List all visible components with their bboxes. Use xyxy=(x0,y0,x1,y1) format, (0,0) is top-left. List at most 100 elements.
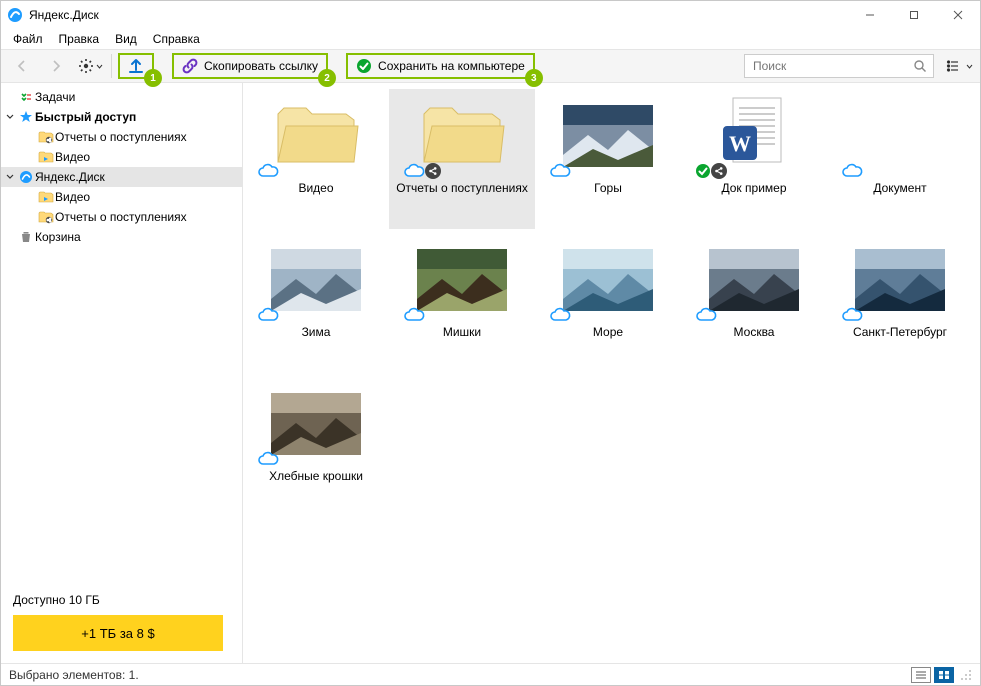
copy-link-badge: 2 xyxy=(318,69,336,87)
upload-badge: 1 xyxy=(144,69,162,87)
tree-item[interactable]: Отчеты о поступлениях xyxy=(1,207,242,227)
menu-help[interactable]: Справка xyxy=(147,30,206,48)
view-details-button[interactable] xyxy=(911,667,931,683)
tile-thumbnail xyxy=(412,239,512,321)
view-mode-dropdown[interactable] xyxy=(944,54,974,78)
tile-label: Видео xyxy=(243,181,389,195)
tree-item-label: Видео xyxy=(55,190,90,204)
view-icons-button[interactable] xyxy=(934,667,954,683)
file-tile[interactable]: Документ xyxy=(827,89,973,229)
tree-item[interactable]: Видео xyxy=(1,187,242,207)
cloud-icon xyxy=(841,307,863,323)
tree-item-label: Яндекс.Диск xyxy=(35,170,105,184)
cloud-icon xyxy=(257,307,279,323)
search-icon xyxy=(913,59,927,73)
save-to-computer-button[interactable]: Сохранить на компьютере 3 xyxy=(346,53,535,79)
tree-item-label: Отчеты о поступлениях xyxy=(55,130,187,144)
tile-thumbnail xyxy=(266,95,366,177)
file-tile[interactable]: Видео xyxy=(243,89,389,229)
file-tile[interactable]: Зима xyxy=(243,233,389,373)
synced-icon xyxy=(695,163,711,179)
fshared-icon xyxy=(37,210,55,224)
cloud-icon xyxy=(257,163,279,179)
tree-item[interactable]: Яндекс.Диск xyxy=(1,167,242,187)
close-button[interactable] xyxy=(936,1,980,29)
link-icon xyxy=(182,58,198,74)
storage-available-text: Доступно 10 ГБ xyxy=(13,593,230,607)
nav-forward-button[interactable] xyxy=(41,53,71,79)
status-text: Выбрано элементов: 1. xyxy=(9,668,139,682)
tile-label: Документ xyxy=(827,181,973,195)
cloud-icon xyxy=(695,307,717,323)
cloud-icon xyxy=(403,163,425,179)
tree-expander-icon[interactable] xyxy=(3,113,17,121)
tree: Задачи Быстрый доступ Отчеты о поступления… xyxy=(1,83,242,583)
toolbar-separator xyxy=(111,54,112,78)
save-to-computer-badge: 3 xyxy=(525,69,543,87)
tree-item-label: Быстрый доступ xyxy=(35,110,136,124)
storage-pane: Доступно 10 ГБ +1 ТБ за 8 $ xyxy=(1,583,242,663)
upload-button[interactable]: 1 xyxy=(118,53,154,79)
trash-icon xyxy=(17,230,35,244)
storage-upgrade-button[interactable]: +1 ТБ за 8 $ xyxy=(13,615,223,651)
file-tile[interactable]: WДок пример xyxy=(681,89,827,229)
tile-thumbnail xyxy=(558,95,658,177)
file-tile[interactable]: Отчеты о поступлениях xyxy=(389,89,535,229)
tree-item[interactable]: Задачи xyxy=(1,87,242,107)
save-to-computer-label: Сохранить на компьютере xyxy=(378,59,525,73)
tree-item-label: Корзина xyxy=(35,230,81,244)
fshared-icon xyxy=(37,130,55,144)
minimize-button[interactable] xyxy=(848,1,892,29)
file-tile[interactable]: Горы xyxy=(535,89,681,229)
shared-icon xyxy=(711,163,727,179)
search-input[interactable] xyxy=(751,58,913,74)
file-tile[interactable]: Мишки xyxy=(389,233,535,373)
sidebar: Задачи Быстрый доступ Отчеты о поступления… xyxy=(1,83,243,663)
tree-item[interactable]: Видео xyxy=(1,147,242,167)
tree-item-label: Видео xyxy=(55,150,90,164)
cloud-icon xyxy=(403,307,425,323)
menu-file[interactable]: Файл xyxy=(7,30,49,48)
copy-link-label: Скопировать ссылку xyxy=(204,59,318,73)
cloud-icon xyxy=(257,451,279,467)
tile-label: Док пример xyxy=(681,181,827,195)
tile-label: Море xyxy=(535,325,681,339)
tile-label: Москва xyxy=(681,325,827,339)
tree-item[interactable]: Быстрый доступ xyxy=(1,107,242,127)
file-tile[interactable]: Москва xyxy=(681,233,827,373)
resize-grip-icon xyxy=(960,669,972,681)
tree-expander-icon[interactable] xyxy=(3,173,17,181)
tree-item-label: Отчеты о поступлениях xyxy=(55,210,187,224)
tile-label: Мишки xyxy=(389,325,535,339)
check-icon xyxy=(356,58,372,74)
copy-link-button[interactable]: Скопировать ссылку 2 xyxy=(172,53,328,79)
disk-icon xyxy=(17,170,35,184)
tree-item[interactable]: Корзина xyxy=(1,227,242,247)
menu-view[interactable]: Вид xyxy=(109,30,143,48)
tile-label: Отчеты о поступлениях xyxy=(389,181,535,195)
fvideo-icon xyxy=(37,190,55,204)
menu-edit[interactable]: Правка xyxy=(53,30,106,48)
statusbar: Выбрано элементов: 1. xyxy=(1,663,980,685)
tree-item-label: Задачи xyxy=(35,90,75,104)
tile-thumbnail xyxy=(558,239,658,321)
search-box[interactable] xyxy=(744,54,934,78)
tile-label: Горы xyxy=(535,181,681,195)
file-tile[interactable]: Море xyxy=(535,233,681,373)
tile-label: Хлебные крошки xyxy=(243,469,389,483)
tree-item[interactable]: Отчеты о поступлениях xyxy=(1,127,242,147)
maximize-button[interactable] xyxy=(892,1,936,29)
tile-thumbnail xyxy=(850,95,950,177)
tile-thumbnail xyxy=(704,239,804,321)
menubar: Файл Правка Вид Справка xyxy=(1,29,980,49)
file-tile[interactable]: Санкт-Петербург xyxy=(827,233,973,373)
nav-back-button[interactable] xyxy=(7,53,37,79)
fvideo-icon xyxy=(37,150,55,164)
tile-thumbnail xyxy=(266,239,366,321)
file-tile[interactable]: Хлебные крошки xyxy=(243,377,389,517)
cloud-icon xyxy=(549,163,571,179)
tile-label: Зима xyxy=(243,325,389,339)
file-grid[interactable]: ВидеоОтчеты о поступленияхГорыWДок приме… xyxy=(243,83,980,663)
settings-button[interactable] xyxy=(75,53,105,79)
tasks-icon xyxy=(17,90,35,104)
